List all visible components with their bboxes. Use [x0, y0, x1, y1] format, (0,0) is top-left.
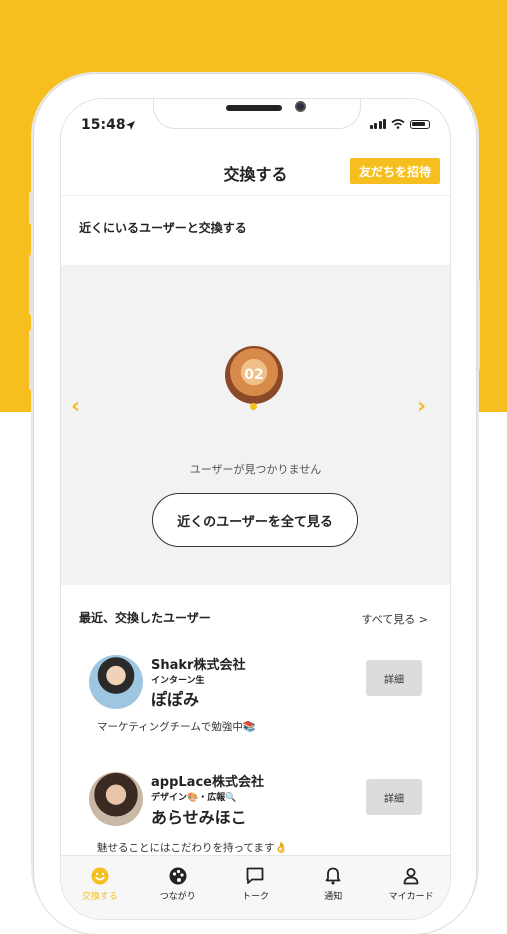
- recent-section-title: 最近、交換したユーザー: [79, 611, 211, 625]
- tab-my-card[interactable]: マイカード: [372, 856, 450, 919]
- see-all-nearby-button[interactable]: 近くのユーザーを全て見る: [152, 493, 358, 547]
- carousel-indicator: [250, 403, 257, 410]
- phone-screen: 15:48 交換する 友だちを招待 近くにいるユーザーと交換する ‹ 02 › …: [60, 98, 451, 920]
- company-name: appLace株式会社: [151, 775, 264, 790]
- avatar: [89, 772, 143, 826]
- nearby-section-title: 近くにいるユーザーと交換する: [79, 221, 247, 235]
- chevron-right-icon[interactable]: ›: [417, 394, 426, 419]
- user-role: インターン生: [151, 676, 205, 686]
- phone-side-button: [29, 330, 33, 390]
- invite-friends-button[interactable]: 友だちを招待: [350, 158, 440, 184]
- chevron-left-icon[interactable]: ‹: [71, 394, 80, 419]
- nearby-panel: ‹ 02 › ユーザーが見つかりません 近くのユーザーを全て見る: [61, 265, 450, 585]
- speaker: [226, 105, 282, 111]
- header: 交換する 友だちを招待: [61, 143, 450, 196]
- tab-label: マイカード: [388, 892, 434, 902]
- company-name: Shakr株式会社: [151, 658, 246, 673]
- tab-connections[interactable]: つながり: [139, 856, 217, 919]
- detail-button[interactable]: 詳細: [366, 779, 422, 815]
- tab-label: 交換する: [81, 892, 118, 902]
- tab-label: 通知: [324, 892, 343, 902]
- tab-notifications[interactable]: 通知: [294, 856, 372, 919]
- chat-icon: [247, 867, 264, 884]
- user-name: ぽぽみ: [151, 690, 200, 709]
- tab-exchange[interactable]: 交換する: [61, 856, 139, 919]
- empty-message: ユーザーが見つかりません: [189, 463, 322, 476]
- see-all-recent-link[interactable]: すべて見る >: [361, 611, 428, 627]
- phone-side-button: [29, 192, 33, 224]
- palette-icon: [169, 867, 187, 885]
- camera: [295, 101, 306, 112]
- status-time: 15:48: [81, 117, 126, 133]
- notch: [153, 99, 361, 129]
- nearby-user-avatar[interactable]: 02: [225, 346, 283, 404]
- smile-icon: [91, 867, 109, 885]
- tab-bar: 交換する つながり トーク 通知 マイカード: [61, 855, 450, 919]
- avatar: [89, 655, 143, 709]
- user-message: 魅せることにはこだわりを持ってます👌: [97, 842, 288, 854]
- detail-button[interactable]: 詳細: [366, 660, 422, 696]
- user-role: デザイン🎨・広報🔍: [151, 793, 237, 803]
- person-icon: [403, 868, 419, 885]
- tab-label: トーク: [241, 892, 269, 902]
- list-item[interactable]: Shakr株式会社 インターン生 ぽぽみ 詳細 マーケティングチームで勉強中📚: [61, 651, 450, 761]
- battery-icon: [410, 119, 430, 129]
- bell-icon: [325, 867, 341, 885]
- phone-side-button: [476, 280, 480, 370]
- location-arrow-icon: [126, 121, 135, 130]
- tab-talk[interactable]: トーク: [217, 856, 295, 919]
- wifi-icon: [391, 119, 405, 129]
- tab-label: つながり: [159, 892, 196, 902]
- avatar-text: 02: [244, 367, 264, 383]
- signal-icon: [369, 119, 386, 129]
- user-message: マーケティングチームで勉強中📚: [97, 721, 256, 733]
- status-indicators: [369, 119, 430, 129]
- phone-side-button: [29, 255, 33, 315]
- user-name: あらせみほこ: [151, 808, 247, 827]
